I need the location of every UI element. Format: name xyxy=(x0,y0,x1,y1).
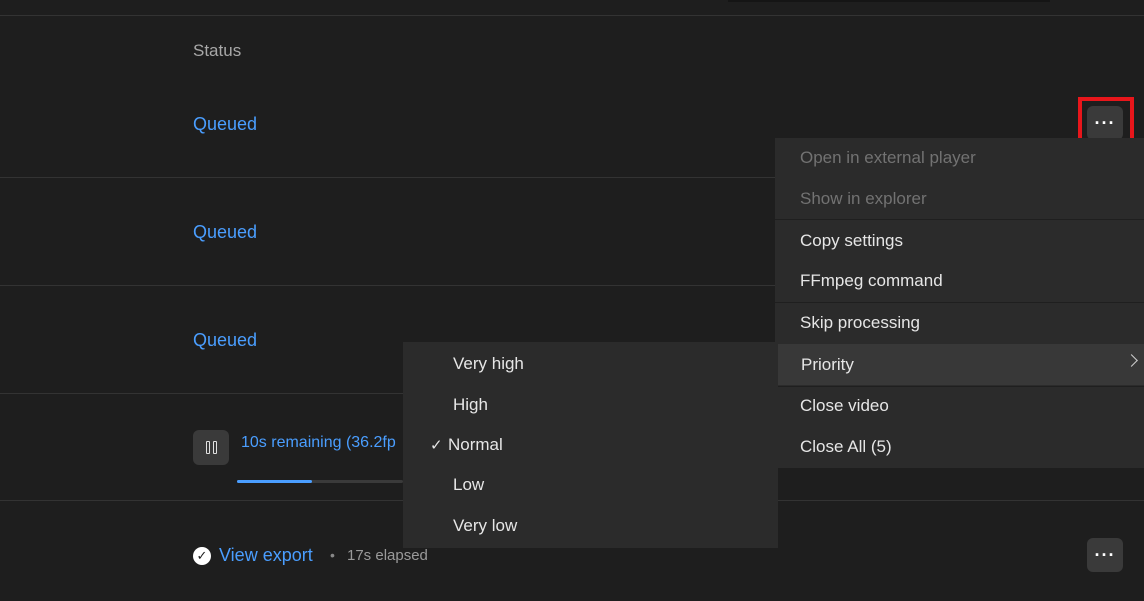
progress-bar xyxy=(237,480,403,483)
top-strip xyxy=(728,0,1050,2)
row-status-3[interactable]: Queued xyxy=(193,330,257,351)
checkmark-icon: ✓ xyxy=(430,437,443,454)
priority-normal[interactable]: ✓ Normal xyxy=(403,425,778,465)
view-export-link[interactable]: View export xyxy=(219,545,313,566)
pause-icon-bar xyxy=(212,441,217,454)
priority-very-high[interactable]: Very high xyxy=(403,344,778,384)
row-more-button[interactable]: ··· xyxy=(1087,538,1123,572)
chevron-right-icon xyxy=(1125,354,1138,367)
priority-submenu: Very high High ✓ Normal Low Very low xyxy=(403,342,778,548)
menu-item-close-video[interactable]: Close video xyxy=(775,386,1144,426)
priority-high[interactable]: High xyxy=(403,385,778,425)
menu-item-ffmpeg-command[interactable]: FFmpeg command xyxy=(775,261,1144,301)
pause-icon xyxy=(205,441,210,454)
more-icon: ··· xyxy=(1094,545,1116,565)
context-menu: Open in external player Show in explorer… xyxy=(775,138,1144,468)
menu-item-label: Show in explorer xyxy=(800,189,927,208)
submenu-item-label: Very high xyxy=(453,354,524,373)
elapsed-time: 17s elapsed xyxy=(347,547,428,564)
menu-item-open-external: Open in external player xyxy=(775,138,1144,178)
submenu-item-label: Normal xyxy=(448,435,503,454)
menu-item-show-explorer: Show in explorer xyxy=(775,179,1144,219)
menu-item-label: FFmpeg command xyxy=(800,271,943,290)
menu-item-label: Open in external player xyxy=(800,148,976,167)
priority-very-low[interactable]: Very low xyxy=(403,506,778,546)
submenu-item-label: Very low xyxy=(453,516,518,535)
menu-item-priority[interactable]: Priority xyxy=(778,344,1144,385)
menu-item-skip-processing[interactable]: Skip processing xyxy=(775,303,1144,343)
submenu-item-label: Low xyxy=(453,475,485,494)
menu-item-label: Skip processing xyxy=(800,313,921,332)
progress-fill xyxy=(237,480,312,483)
menu-item-copy-settings[interactable]: Copy settings xyxy=(775,221,1144,261)
remaining-text: 10s remaining (36.2fp xyxy=(241,434,396,451)
menu-item-label: Priority xyxy=(801,354,854,374)
row-status-1[interactable]: Queued xyxy=(193,114,257,135)
menu-item-close-all[interactable]: Close All (5) xyxy=(775,427,1144,467)
menu-separator xyxy=(775,219,1144,220)
priority-low[interactable]: Low xyxy=(403,465,778,505)
check-circle-icon: ✓ xyxy=(193,547,211,565)
submenu-item-label: High xyxy=(453,395,488,414)
menu-item-label: Close video xyxy=(800,396,889,415)
row-status-2[interactable]: Queued xyxy=(193,222,257,243)
menu-item-label: Copy settings xyxy=(800,231,903,250)
status-column-header: Status xyxy=(193,41,242,60)
pause-button[interactable] xyxy=(193,430,229,465)
separator-dot: • xyxy=(330,547,335,563)
divider xyxy=(0,15,1144,16)
menu-item-label: Close All (5) xyxy=(800,437,892,456)
